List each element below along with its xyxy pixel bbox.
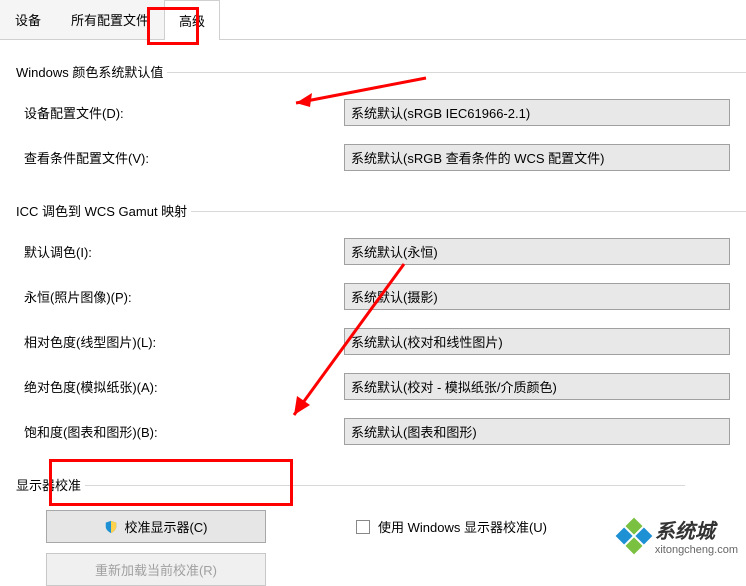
content-area: Windows 颜色系统默认值 设备配置文件(D): 系统默认(sRGB IEC… (0, 40, 746, 586)
tab-advanced[interactable]: 高级 (164, 0, 220, 40)
select-absolute-colorimetric[interactable]: 系统默认(校对 - 模拟纸张/介质颜色) (344, 373, 730, 400)
use-windows-calibration-label: 使用 Windows 显示器校准(U) (378, 517, 547, 536)
watermark: 系统城 xitongcheng.com (621, 515, 738, 556)
watermark-title: 系统城 (655, 515, 738, 544)
tab-devices[interactable]: 设备 (0, 0, 56, 39)
select-relative-colorimetric[interactable]: 系统默认(校对和线性图片) (344, 328, 730, 355)
group-title-display-calib: 显示器校准 (16, 475, 85, 494)
group-title-windows-color: Windows 颜色系统默认值 (16, 62, 167, 81)
label-relative-colorimetric: 相对色度(线型图片)(L): (24, 332, 344, 351)
calibrate-display-button[interactable]: 校准显示器(C) (46, 510, 266, 543)
group-title-icc-wcs: ICC 调色到 WCS Gamut 映射 (16, 201, 191, 220)
label-perceptual: 永恒(照片图像)(P): (24, 287, 344, 306)
label-default-rendering: 默认调色(I): (24, 242, 344, 261)
watermark-logo-icon (615, 517, 652, 554)
tab-bar: 设备 所有配置文件 高级 (0, 0, 746, 40)
tab-all-profiles[interactable]: 所有配置文件 (56, 0, 164, 39)
reload-calibration-label: 重新加载当前校准(R) (95, 560, 217, 579)
group-windows-color-defaults: Windows 颜色系统默认值 设备配置文件(D): 系统默认(sRGB IEC… (16, 50, 730, 171)
select-saturation[interactable]: 系统默认(图表和图形) (344, 418, 730, 445)
select-default-rendering[interactable]: 系统默认(永恒) (344, 238, 730, 265)
label-absolute-colorimetric: 绝对色度(模拟纸张)(A): (24, 377, 344, 396)
reload-calibration-button: 重新加载当前校准(R) (46, 553, 266, 586)
select-device-profile[interactable]: 系统默认(sRGB IEC61966-2.1) (344, 99, 730, 126)
checkbox-box (356, 520, 370, 534)
watermark-url: xitongcheng.com (655, 544, 738, 556)
select-viewing-profile[interactable]: 系统默认(sRGB 查看条件的 WCS 配置文件) (344, 144, 730, 171)
label-device-profile: 设备配置文件(D): (24, 103, 344, 122)
shield-icon (104, 520, 118, 534)
label-viewing-profile: 查看条件配置文件(V): (24, 148, 344, 167)
group-icc-wcs-gamut: ICC 调色到 WCS Gamut 映射 默认调色(I): 系统默认(永恒) 永… (16, 189, 730, 445)
calibrate-display-label: 校准显示器(C) (124, 517, 207, 536)
label-saturation: 饱和度(图表和图形)(B): (24, 422, 344, 441)
use-windows-calibration-checkbox[interactable]: 使用 Windows 显示器校准(U) (356, 517, 547, 536)
select-perceptual[interactable]: 系统默认(摄影) (344, 283, 730, 310)
